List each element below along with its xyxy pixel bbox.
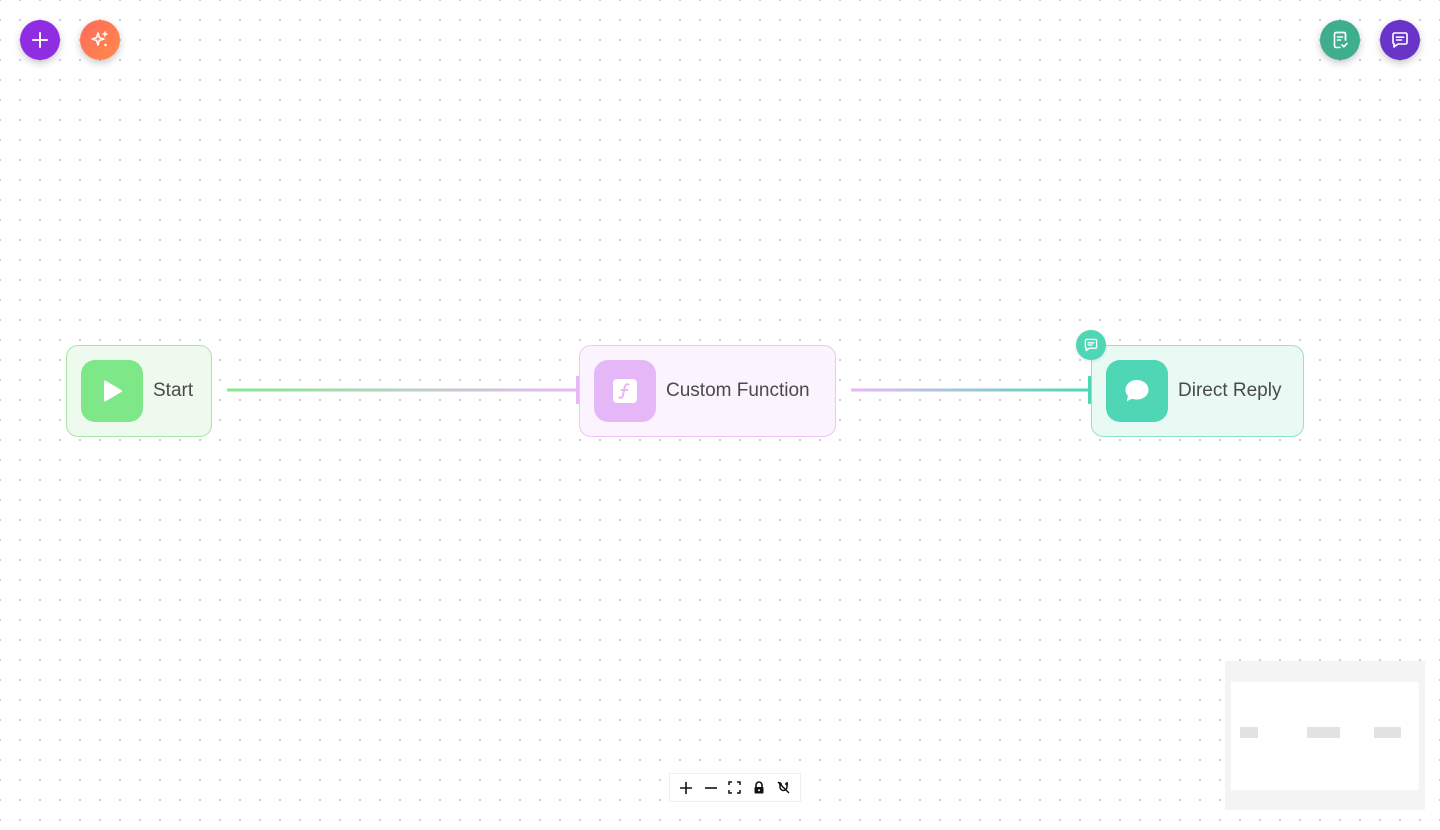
node-custom-function[interactable]: Custom Function	[579, 345, 836, 437]
plus-icon	[32, 32, 48, 48]
node-custom-function-icon-tile	[594, 360, 656, 422]
node-start-label: Start	[153, 380, 194, 401]
zoom-out-button[interactable]	[700, 777, 722, 799]
node-direct-reply-icon-tile	[1106, 360, 1168, 422]
fit-view-button[interactable]	[724, 777, 746, 799]
snap-toggle-button[interactable]	[773, 777, 795, 799]
zoom-in-button[interactable]	[675, 777, 697, 799]
add-node-button[interactable]	[20, 20, 60, 60]
clipboard-check-icon	[1333, 31, 1348, 49]
validate-button[interactable]	[1320, 20, 1360, 60]
node-start[interactable]: Start	[66, 345, 212, 437]
minimap-node-custom-function	[1307, 727, 1340, 738]
lock-button[interactable]	[748, 777, 770, 799]
play-icon	[104, 380, 122, 402]
plus-icon	[680, 781, 693, 794]
sparkles-icon	[91, 31, 108, 47]
chat-button[interactable]	[1380, 20, 1420, 60]
direct-reply-comment-badge[interactable]	[1076, 330, 1106, 360]
magnet-off-icon	[777, 781, 790, 794]
canvas-controls	[669, 773, 801, 802]
chat-bubble-icon	[1125, 380, 1149, 402]
lock-icon	[754, 781, 764, 794]
node-custom-function-label: Custom Function	[666, 380, 810, 401]
message-square-icon	[1392, 32, 1408, 48]
node-direct-reply-label: Direct Reply	[1178, 380, 1282, 401]
node-direct-reply[interactable]: Direct Reply	[1091, 345, 1304, 437]
node-start-icon-tile	[81, 360, 143, 422]
function-icon	[613, 379, 637, 403]
minus-icon	[704, 786, 717, 789]
maximize-icon	[728, 781, 742, 794]
minimap-node-direct-reply	[1374, 727, 1401, 738]
message-square-icon	[1084, 338, 1098, 352]
ai-assistant-button[interactable]	[80, 20, 120, 60]
minimap[interactable]	[1225, 661, 1425, 810]
minimap-node-start	[1240, 727, 1258, 738]
